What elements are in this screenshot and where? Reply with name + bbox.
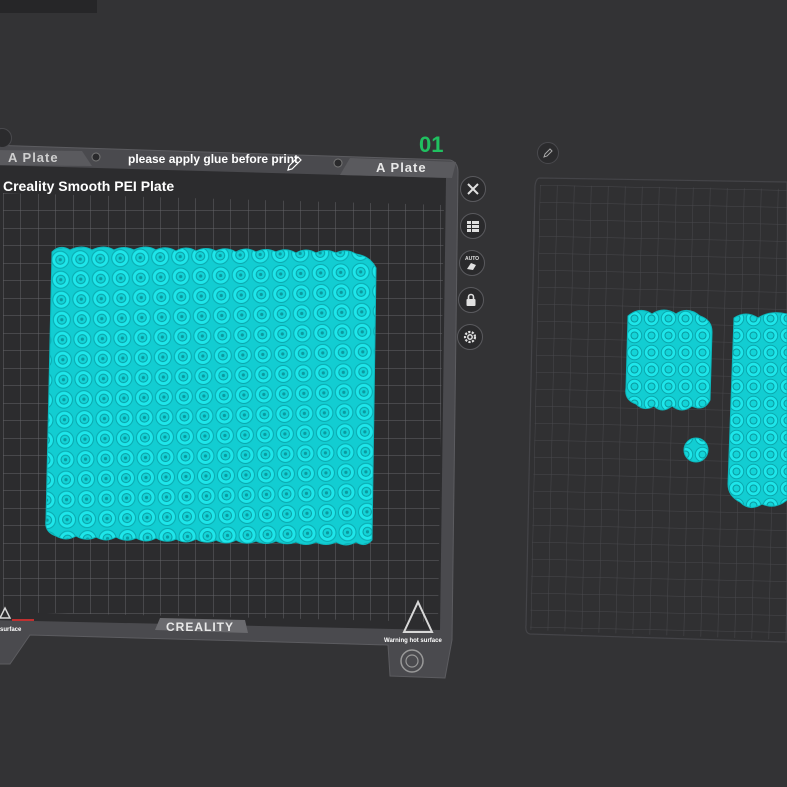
brand-logo: CREALITY: [166, 620, 234, 634]
plate-2[interactable]: [525, 177, 787, 643]
plate-1[interactable]: [0, 144, 459, 679]
close-icon: [467, 183, 479, 195]
arrange-button[interactable]: [460, 213, 486, 239]
auto-orient-button[interactable]: AUTO: [459, 250, 485, 276]
plate-number: 01: [419, 132, 444, 157]
plate-notice: please apply glue before print: [128, 152, 298, 166]
left-tab-label: A Plate: [8, 150, 59, 165]
plate-type-label: Creality Smooth PEI Plate: [3, 178, 174, 194]
plate-pin-left: [91, 152, 101, 162]
close-plate-button[interactable]: [460, 176, 486, 202]
model-single-flower[interactable]: [683, 437, 709, 463]
plate-2-edit-icon[interactable]: [537, 142, 559, 164]
right-tab-label: A Plate: [376, 160, 427, 175]
model-block-small[interactable]: [625, 309, 713, 411]
model-block-right[interactable]: [727, 312, 787, 508]
auto-label: AUTO: [465, 256, 479, 262]
arrange-list-icon: [467, 221, 479, 232]
build-plate-canvas[interactable]: A Plate A Plate please apply glue before…: [0, 0, 787, 787]
plate-pin-right: [333, 158, 343, 168]
lock-icon: [466, 293, 476, 306]
model-flower-array[interactable]: [45, 246, 377, 546]
plate-settings-button[interactable]: [457, 324, 483, 350]
lock-button[interactable]: [458, 287, 484, 313]
auto-orient-icon: AUTO: [465, 256, 479, 270]
warning-text: Warning hot surface: [384, 638, 442, 644]
gear-icon: [463, 330, 477, 344]
warning-text-left: surface: [0, 627, 22, 633]
